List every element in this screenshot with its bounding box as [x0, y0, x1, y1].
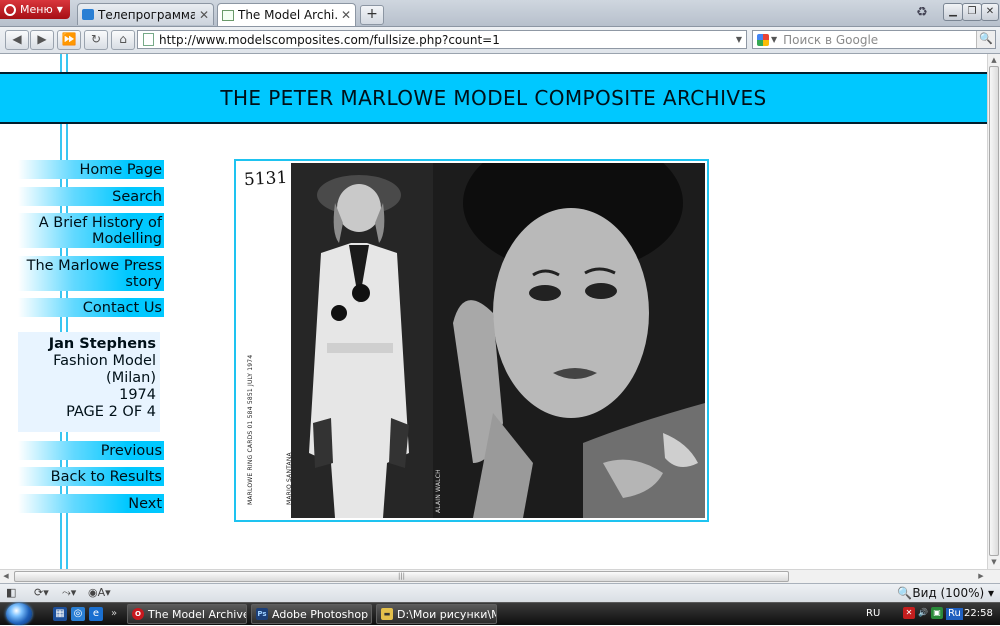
nav-search[interactable]: Search [18, 187, 164, 206]
next-link[interactable]: Next [18, 494, 164, 513]
tv-icon [82, 9, 94, 20]
tab-tv-program[interactable]: Телепрограмма... ✕ [77, 3, 214, 25]
model-info: Jan Stephens Fashion Model (Milan) 1974 … [18, 332, 160, 432]
status-bar: ◧ ⟳▾ ⤳▾ ◉A▾ 🔍Вид (100%) ▾ [0, 583, 1000, 603]
sync-icon[interactable]: ⟳▾ [34, 586, 49, 600]
internet-explorer-icon[interactable]: e [89, 607, 103, 621]
turbo-icon[interactable]: ⤳▾ [62, 586, 76, 600]
reload-button[interactable]: ↻ [84, 30, 108, 50]
scroll-up-icon[interactable]: ▲ [988, 54, 1000, 66]
page-icon [143, 33, 154, 46]
fashion-figure-drawing [291, 163, 433, 518]
opera-icon: O [132, 608, 144, 620]
search-field[interactable]: ▼ Поиск в Google 🔍 [752, 30, 996, 49]
photographer-credit-right: ALAIN WALCH [435, 469, 442, 513]
language-indicator[interactable]: RU [866, 608, 880, 620]
windows-taskbar: ▦ ◎ e » O The Model Archives... Ps Adobe… [0, 602, 1000, 625]
trash-icon[interactable]: ♻ [914, 5, 930, 21]
portrait-photo: ALAIN WALCH [433, 163, 705, 518]
model-category: Fashion Model [53, 353, 156, 369]
chevron-down-icon: ▼ [56, 5, 63, 14]
volume-icon[interactable]: 🔊 [917, 607, 929, 619]
composite-left-panel: 5131 MARLOWE RING CARDS 01 584 5851 JULY… [238, 163, 433, 518]
security-icon[interactable]: ✕ [903, 607, 915, 619]
page-icon [222, 9, 234, 21]
new-tab-button[interactable]: + [360, 5, 384, 25]
page-indicator: PAGE 2 OF 4 [66, 404, 156, 420]
tab-bar: Меню ▼ Телепрограмма... ✕ The Model Arch… [0, 0, 1000, 27]
task-label: Adobe Photoshop ... [272, 607, 372, 621]
nav-marlowe-press-story[interactable]: The Marlowe Press story [18, 256, 164, 291]
content-settings-icon[interactable]: ◉A▾ [88, 586, 111, 600]
site-title: THE PETER MARLOWE MODEL COMPOSITE ARCHIV… [220, 86, 767, 110]
tab-label: The Model Archi... [238, 8, 337, 22]
nav-brief-history[interactable]: A Brief History of Modelling [18, 213, 164, 248]
navigation-bar: ◀ ▶ ⏩ ↻ ⌂ http://www.modelscomposites.co… [0, 27, 1000, 54]
tab-label: Телепрограмма... [98, 7, 195, 22]
keyboard-layout-indicator[interactable]: Ru [946, 608, 963, 620]
clock[interactable]: 22:58 [964, 608, 993, 620]
horizontal-scrollbar[interactable]: ◀ ||| ▶ [0, 569, 1000, 583]
vertical-scrollbar[interactable]: ▲ ▼ [987, 54, 1000, 569]
page-viewport: THE PETER MARLOWE MODEL COMPOSITE ARCHIV… [0, 54, 987, 569]
address-field[interactable]: http://www.modelscomposites.com/fullsize… [137, 30, 747, 49]
search-placeholder: Поиск в Google [783, 32, 879, 47]
task-label: The Model Archives... [148, 607, 246, 621]
start-button[interactable] [0, 603, 40, 626]
search-icon[interactable]: 🔍 [976, 31, 995, 48]
task-photoshop[interactable]: Ps Adobe Photoshop ... [251, 604, 372, 624]
folder-icon: ▬ [381, 608, 393, 620]
scroll-left-icon[interactable]: ◀ [0, 570, 12, 583]
quicklaunch-icon[interactable]: ◎ [71, 607, 85, 621]
scroll-down-icon[interactable]: ▼ [988, 556, 1000, 568]
url-text: http://www.modelscomposites.com/fullsize… [159, 32, 500, 47]
model-year: 1974 [119, 387, 156, 403]
task-explorer-folder[interactable]: ▬ D:\Мои рисунки\М... [376, 604, 497, 624]
photoshop-icon: Ps [256, 608, 268, 620]
tab-model-archives[interactable]: The Model Archi... ✕ [217, 3, 356, 26]
close-tab-icon[interactable]: ✕ [199, 8, 209, 22]
opera-logo-icon [4, 3, 16, 16]
windows-logo-icon [6, 603, 32, 625]
more-icon[interactable]: » [107, 607, 121, 621]
zoom-label: Вид (100%) [912, 586, 985, 600]
nav-contact-us[interactable]: Contact Us [18, 298, 164, 317]
close-window-button[interactable]: ✕ [981, 3, 999, 21]
chevron-down-icon[interactable]: ▼ [732, 35, 746, 44]
task-label: D:\Мои рисунки\М... [397, 607, 496, 621]
horizontal-scroll-thumb[interactable]: ||| [14, 571, 789, 582]
zoom-control[interactable]: 🔍Вид (100%) ▾ [897, 586, 994, 600]
model-location: (Milan) [106, 370, 156, 386]
minimize-button[interactable]: ▁ [943, 3, 963, 21]
nav-home-page[interactable]: Home Page [18, 160, 164, 179]
scroll-right-icon[interactable]: ▶ [975, 570, 987, 583]
chevron-down-icon[interactable]: ▼ [771, 35, 777, 44]
task-model-archives[interactable]: O The Model Archives... [127, 604, 247, 624]
network-icon[interactable]: ▣ [931, 607, 943, 619]
close-tab-icon[interactable]: ✕ [341, 8, 351, 22]
quicklaunch-icon[interactable]: ▦ [53, 607, 67, 621]
printer-credit: MARLOWE RING CARDS 01 584 5851 JULY 1974 [247, 354, 254, 505]
forward-button[interactable]: ▶ [30, 30, 54, 50]
full-length-photo [291, 163, 433, 518]
opera-menu-button[interactable]: Меню ▼ [0, 0, 70, 19]
panel-toggle-icon[interactable]: ◧ [6, 586, 16, 600]
back-to-results-link[interactable]: Back to Results [18, 467, 164, 486]
restore-button[interactable]: ❐ [962, 3, 982, 21]
google-icon [757, 33, 769, 46]
reference-number: 5131 [243, 167, 288, 191]
composite-card-image[interactable]: 5131 MARLOWE RING CARDS 01 584 5851 JULY… [234, 159, 709, 522]
model-name: Jan Stephens [48, 336, 156, 352]
vertical-scroll-thumb[interactable] [989, 66, 999, 556]
menu-label: Меню [20, 3, 53, 16]
fast-forward-button[interactable]: ⏩ [57, 30, 81, 50]
site-header: THE PETER MARLOWE MODEL COMPOSITE ARCHIV… [0, 72, 987, 124]
previous-link[interactable]: Previous [18, 441, 164, 460]
portrait-drawing [433, 163, 705, 518]
home-button[interactable]: ⌂ [111, 30, 135, 50]
back-button[interactable]: ◀ [5, 30, 29, 50]
